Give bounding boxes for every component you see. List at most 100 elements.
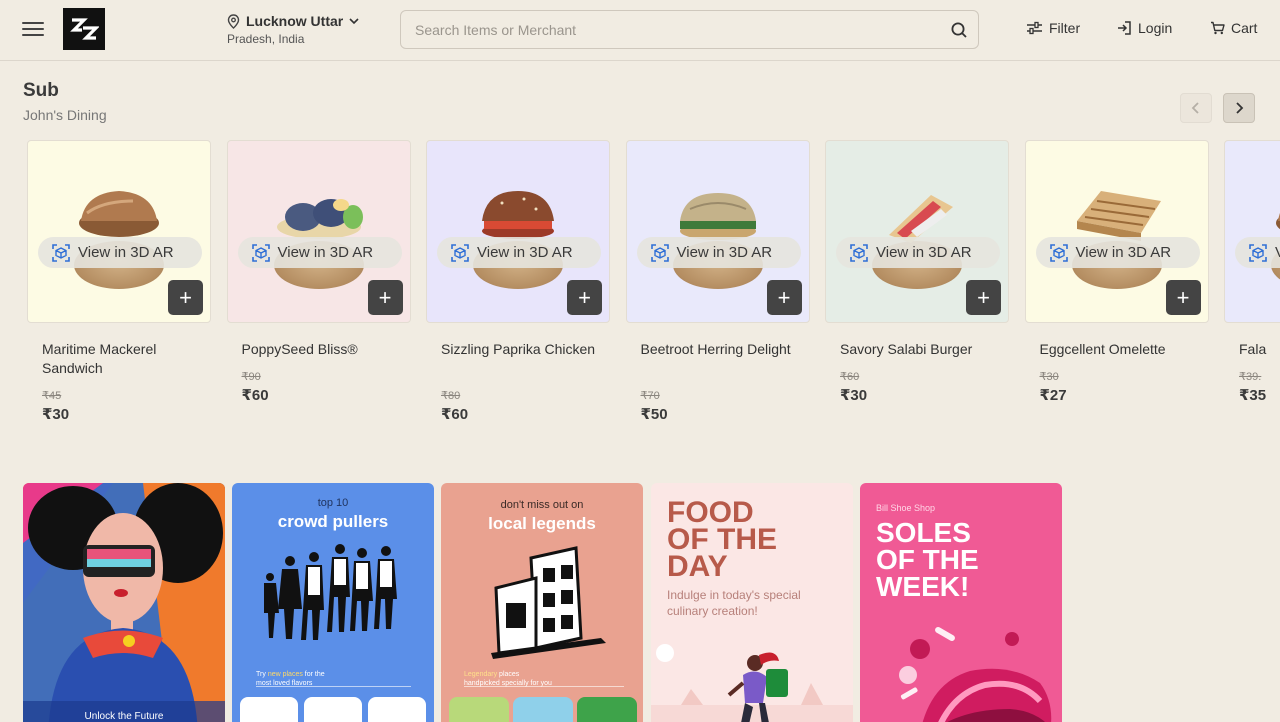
filter-label: Filter bbox=[1049, 20, 1081, 36]
banner-crowd-small: top 10 bbox=[317, 497, 349, 509]
ar-cube-icon bbox=[1049, 243, 1068, 262]
view-in-ar-button[interactable]: View in 3D AR bbox=[1035, 237, 1200, 268]
product-image[interactable]: View in 3D AR + bbox=[27, 140, 211, 323]
vr-illustration bbox=[23, 483, 225, 722]
product-name: Fala bbox=[1239, 341, 1267, 357]
product-original-price: ₹60 bbox=[840, 371, 860, 383]
food-thumb bbox=[449, 697, 509, 722]
promo-banner-food-of-the-day[interactable]: FOOD OF THE DAY Indulge in today's speci… bbox=[651, 483, 853, 722]
add-to-cart-button[interactable]: + bbox=[766, 280, 802, 315]
section-merchant[interactable]: John's Dining bbox=[23, 107, 107, 123]
ar-label: View in 3D AR bbox=[477, 244, 573, 261]
banner-crowd-title: crowd pullers bbox=[277, 512, 389, 531]
view-in-ar-button[interactable]: View in 3D AR bbox=[437, 237, 601, 268]
product-image[interactable]: View in 3D AR + bbox=[1024, 140, 1209, 323]
ar-label: View in 3D AR bbox=[1075, 244, 1172, 261]
product-original-price: ₹30 bbox=[1039, 371, 1059, 383]
promo-banner-local-legends[interactable]: don't miss out on local legends Legendar… bbox=[441, 483, 643, 722]
building-illustration bbox=[491, 546, 606, 659]
view-in-ar-button[interactable]: View in 3D AR bbox=[836, 237, 1000, 268]
location-pin-icon bbox=[227, 13, 240, 29]
product-card[interactable]: View in 3D AR + Maritime Mackerel Sandwich… bbox=[27, 140, 211, 423]
ar-label: View in 3D AR bbox=[876, 244, 972, 261]
product-name: Beetroot Herring Delight bbox=[640, 341, 791, 357]
carousel-next-button[interactable] bbox=[1223, 93, 1255, 123]
ar-label: View in 3D AR bbox=[676, 244, 773, 261]
filter-sliders-icon bbox=[1027, 21, 1042, 35]
filter-button[interactable]: Filter bbox=[1026, 20, 1080, 36]
location-selector[interactable]: Lucknow Uttar Pradesh, India bbox=[227, 13, 359, 46]
food-bun-icon bbox=[79, 191, 159, 237]
view-in-ar-button[interactable]: View in 3D AR bbox=[1235, 237, 1280, 268]
ar-label: View in 3D AR bbox=[1275, 244, 1280, 261]
product-price: ₹27 bbox=[1039, 387, 1067, 404]
ar-cube-icon bbox=[650, 243, 669, 262]
add-to-cart-button[interactable]: + bbox=[168, 280, 203, 315]
ar-cube-icon bbox=[52, 243, 70, 262]
product-card[interactable]: View in 3D AR + Beetroot Herring Delight ₹7… bbox=[625, 140, 810, 423]
product-image[interactable]: View in 3D AR + bbox=[825, 140, 1009, 323]
add-to-cart-button[interactable]: + bbox=[966, 280, 1001, 315]
crowd-people-illustration bbox=[264, 544, 397, 640]
product-image[interactable]: View in 3D AR + bbox=[426, 140, 610, 323]
location-city: Lucknow Uttar bbox=[246, 13, 344, 29]
view-in-ar-button[interactable]: View in 3D AR bbox=[636, 237, 801, 268]
cart-label: Cart bbox=[1231, 20, 1258, 36]
product-original-price: ₹80 bbox=[441, 390, 461, 402]
promo-banner-crowd-pullers[interactable]: top 10 crowd pullers Try new places for … bbox=[232, 483, 434, 722]
brand-logo[interactable] bbox=[63, 8, 105, 50]
food-thumb bbox=[368, 697, 426, 722]
food-roll-icon bbox=[276, 199, 363, 239]
login-icon bbox=[1118, 21, 1131, 35]
cart-icon bbox=[1211, 21, 1225, 35]
food-burger-icon bbox=[482, 191, 554, 239]
banner-fotd-title: FOOD OF THE DAY bbox=[667, 496, 777, 583]
product-card[interactable]: View in 3D AR + Savory Salabi Burger ₹60 ₹30 bbox=[825, 140, 1009, 404]
product-card[interactable]: View in 3D AR + Sizzling Paprika Chicken ₹8… bbox=[426, 140, 610, 423]
product-card[interactable]: View in 3D AR + Eggcellent Omelette ₹30 ₹27 bbox=[1024, 140, 1209, 404]
product-image[interactable]: View in 3D AR + bbox=[226, 140, 411, 323]
chevron-down-icon bbox=[349, 18, 359, 25]
product-name: Sizzling Paprika Chicken bbox=[441, 341, 596, 357]
food-thumb bbox=[577, 697, 637, 722]
product-card[interactable]: View in 3D AR+ Fala ₹39. ₹35 bbox=[1224, 140, 1280, 404]
product-price: ₹60 bbox=[441, 406, 469, 423]
food-toast-icon bbox=[1076, 191, 1161, 241]
promo-banner-future[interactable]: Unlock the Future bbox=[23, 483, 225, 722]
ar-cube-icon bbox=[850, 243, 868, 262]
banner-legends-title: local legends bbox=[488, 514, 596, 533]
banner-soles-shop: Bill Shoe Shop bbox=[876, 503, 936, 513]
product-original-price: ₹70 bbox=[640, 390, 660, 402]
view-in-ar-button[interactable]: View in 3D AR bbox=[38, 237, 202, 268]
login-button[interactable]: Login bbox=[1117, 20, 1172, 36]
top-header: Lucknow Uttar Pradesh, India Filter Logi… bbox=[0, 0, 1280, 61]
promo-banner-soles-of-the-week[interactable]: Bill Shoe Shop SOLES OF THE WEEK! bbox=[860, 483, 1062, 722]
product-card[interactable]: View in 3D AR + PoppySeed Bliss® ₹90 ₹60 bbox=[226, 140, 411, 404]
view-in-ar-button[interactable]: View in 3D AR bbox=[237, 237, 402, 268]
product-name: Savory Salabi Burger bbox=[840, 341, 973, 357]
carousel-prev-button[interactable] bbox=[1180, 93, 1212, 123]
cart-button[interactable]: Cart bbox=[1210, 20, 1257, 36]
ar-cube-icon bbox=[1249, 243, 1267, 262]
ar-cube-icon bbox=[451, 243, 469, 262]
add-to-cart-button[interactable]: + bbox=[567, 280, 602, 315]
hamburger-menu-icon[interactable] bbox=[22, 18, 44, 40]
food-wrap-icon bbox=[889, 195, 953, 243]
product-image[interactable]: View in 3D AR + bbox=[625, 140, 810, 323]
product-original-price: ₹90 bbox=[241, 371, 261, 383]
add-to-cart-button[interactable]: + bbox=[1165, 280, 1201, 315]
product-carousel: View in 3D AR + Maritime Mackerel Sandwich… bbox=[27, 140, 1280, 440]
location-region: Pradesh, India bbox=[227, 32, 305, 46]
product-original-price: ₹45 bbox=[42, 390, 62, 402]
ar-label: View in 3D AR bbox=[78, 244, 174, 261]
search-input[interactable] bbox=[415, 11, 935, 48]
search-icon[interactable] bbox=[950, 21, 968, 39]
product-original-price: ₹39. bbox=[1239, 371, 1262, 383]
add-to-cart-button[interactable]: + bbox=[367, 280, 403, 315]
food-thumb bbox=[513, 697, 573, 722]
product-image[interactable]: View in 3D AR+ bbox=[1224, 140, 1280, 323]
sneaker-illustration bbox=[899, 627, 1052, 722]
banner-fotd-desc: Indulge in today's special culinary crea… bbox=[667, 588, 801, 618]
chevron-left-icon bbox=[1191, 102, 1199, 114]
ar-cube-icon bbox=[251, 243, 270, 262]
